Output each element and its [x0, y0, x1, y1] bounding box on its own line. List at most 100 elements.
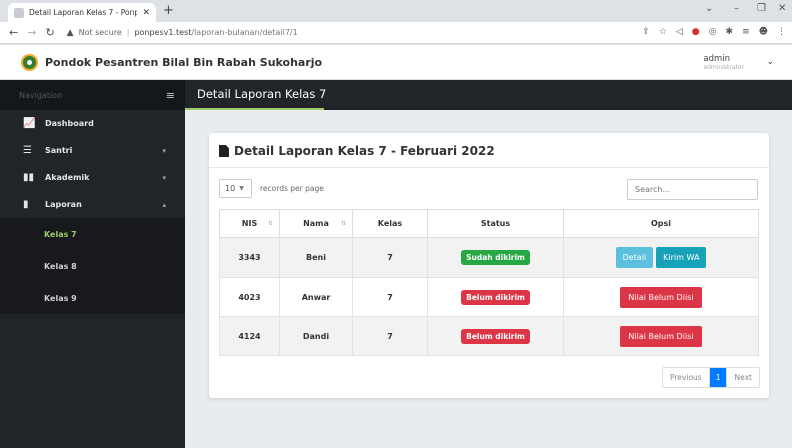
- pagination: Previous 1 Next: [662, 367, 760, 388]
- sidebar-item-dashboard[interactable]: 📈 Dashboard: [0, 110, 185, 137]
- share-icon[interactable]: ⇪: [642, 27, 650, 37]
- close-window-icon[interactable]: ✕: [778, 3, 786, 14]
- sidebar: Navigation ≡ 📈 Dashboard ☰ Santri ▾ ▮▮ A…: [0, 80, 185, 448]
- submenu-item-kelas-8[interactable]: Kelas 8: [0, 250, 185, 282]
- browser-toolbar-icons: ⇪ ☆ ◁ ● ◎ ✱ ≡ ☻ ⋮: [642, 27, 786, 37]
- search-input[interactable]: [627, 179, 758, 200]
- table-row: 4023 Anwar 7 Belum dikirim Nilai Belum D…: [219, 277, 759, 317]
- cell-kelas: 7: [352, 237, 428, 278]
- security-label: Not secure: [78, 28, 122, 37]
- extension-icon[interactable]: ◎: [709, 27, 717, 37]
- sidebar-item-label: Dashboard: [45, 119, 94, 128]
- cell-nis: 3343: [219, 237, 280, 278]
- url-host: ponpesv1.test: [134, 28, 192, 37]
- url-path: /laporan-bulanan/detail7/1: [191, 28, 298, 37]
- report-card: Detail Laporan Kelas 7 - Februari 2022 1…: [209, 133, 769, 398]
- audio-icon[interactable]: ◁: [676, 27, 683, 37]
- sidebar-item-akademik[interactable]: ▮▮ Akademik ▾: [0, 164, 185, 191]
- records-per-page-value: 10: [225, 184, 236, 193]
- cell-nis: 4124: [219, 316, 280, 356]
- report-table: NIS ⇅ Nama ⇅ Kelas Status Opsi 3343 Beni 7…: [219, 209, 759, 356]
- cell-status: Belum dikirim: [427, 316, 564, 356]
- cell-kelas: 7: [352, 277, 428, 317]
- content-header: Detail Laporan Kelas 7: [185, 80, 792, 110]
- card-divider: [209, 167, 769, 168]
- submenu-item-kelas-9[interactable]: Kelas 9: [0, 282, 185, 314]
- close-tab-icon[interactable]: ✕: [142, 8, 150, 18]
- extension-red-icon[interactable]: ●: [692, 27, 700, 37]
- cell-nama: Dandi: [279, 316, 353, 356]
- cell-opsi: Nilai Belum Diisi: [563, 316, 759, 356]
- favicon-icon: [14, 7, 24, 18]
- column-header-kelas[interactable]: Kelas: [352, 209, 428, 238]
- sidebar-item-laporan[interactable]: ▮ Laporan ▴: [0, 191, 185, 218]
- column-header-opsi: Opsi: [563, 209, 759, 238]
- sidebar-item-label: Akademik: [45, 173, 90, 182]
- card-title: Detail Laporan Kelas 7 - Februari 2022: [219, 144, 495, 158]
- sidebar-item-label: Laporan: [45, 200, 82, 209]
- back-icon[interactable]: ←: [9, 26, 18, 39]
- profile-icon[interactable]: ☻: [759, 27, 768, 37]
- url-field[interactable]: ▲ Not secure | ponpesv1.test/laporan-bul…: [67, 28, 298, 38]
- card-title-text: Detail Laporan Kelas 7 - Februari 2022: [234, 144, 495, 158]
- cell-nama: Anwar: [279, 277, 353, 317]
- sort-icon: ⇅: [267, 220, 273, 227]
- cell-status: Belum dikirim: [427, 277, 564, 317]
- previous-page-button[interactable]: Previous: [663, 368, 709, 387]
- brand-title: Pondok Pesantren Bilal Bin Rabah Sukohar…: [45, 55, 323, 69]
- restore-icon[interactable]: ❐: [757, 3, 766, 14]
- browser-tab[interactable]: Detail Laporan Kelas 7 - Ponpes ✕: [8, 3, 156, 22]
- hamburger-icon[interactable]: ≡: [166, 89, 175, 102]
- next-page-button[interactable]: Next: [726, 368, 758, 387]
- minimize-icon[interactable]: –: [734, 3, 739, 14]
- chevron-down-icon: ▾: [162, 173, 166, 182]
- page-1-button[interactable]: 1: [708, 368, 727, 387]
- status-badge: Belum dikirim: [461, 289, 530, 305]
- sidebar-title: Navigation: [19, 90, 63, 100]
- submenu-item-kelas-7[interactable]: Kelas 7: [0, 218, 185, 250]
- sort-icon: ⇅: [340, 220, 346, 227]
- table-header-row: NIS ⇅ Nama ⇅ Kelas Status Opsi: [219, 209, 759, 238]
- browser-tab-title: Detail Laporan Kelas 7 - Ponpes: [29, 8, 138, 17]
- title-underline: [185, 108, 324, 110]
- cell-nama: Beni: [279, 237, 353, 278]
- chevron-down-icon[interactable]: ⌄: [766, 57, 774, 67]
- tab-search-icon[interactable]: ⌄: [705, 3, 713, 14]
- reading-list-icon[interactable]: ≡: [742, 27, 750, 37]
- url-separator: |: [126, 28, 130, 37]
- document-icon: [219, 145, 229, 157]
- address-bar: ← → ↻ ▲ Not secure | ponpesv1.test/lapor…: [0, 22, 792, 44]
- sidebar-item-santri[interactable]: ☰ Santri ▾: [0, 137, 185, 164]
- records-per-page-label: records per page: [260, 184, 324, 193]
- cell-status: Sudah dikirim: [427, 237, 564, 278]
- menu-dots-icon[interactable]: ⋮: [777, 27, 786, 37]
- browser-tab-bar: Detail Laporan Kelas 7 - Ponpes ✕ + ⌄ – …: [0, 0, 792, 22]
- sidebar-header: Navigation ≡: [0, 80, 185, 110]
- file-icon: ▮: [23, 199, 29, 210]
- user-menu[interactable]: admin administrator: [703, 54, 744, 71]
- user-name: admin: [703, 54, 731, 64]
- detail-button[interactable]: Detail: [615, 247, 654, 268]
- cell-opsi: Detail Kirim WA: [563, 237, 759, 278]
- warning-icon: ▲: [66, 27, 74, 38]
- user-role: administrator: [703, 64, 744, 71]
- column-header-nis[interactable]: NIS ⇅: [219, 209, 280, 238]
- nilai-belum-diisi-button[interactable]: Nilai Belum Diisi: [620, 325, 702, 347]
- book-icon: ▮▮: [23, 172, 35, 183]
- app-header: Pondok Pesantren Bilal Bin Rabah Sukohar…: [0, 45, 792, 80]
- table-row: 3343 Beni 7 Sudah dikirim Detail Kirim WA: [219, 237, 759, 278]
- cell-opsi: Nilai Belum Diisi: [563, 277, 759, 317]
- column-header-nama[interactable]: Nama ⇅: [279, 209, 353, 238]
- puzzle-icon[interactable]: ✱: [726, 27, 734, 37]
- nilai-belum-diisi-button[interactable]: Nilai Belum Diisi: [620, 286, 702, 308]
- kirim-wa-button[interactable]: Kirim WA: [656, 247, 707, 268]
- logo-icon: [21, 53, 38, 71]
- new-tab-button[interactable]: +: [163, 3, 174, 18]
- column-header-status[interactable]: Status: [427, 209, 564, 238]
- reload-icon[interactable]: ↻: [45, 26, 54, 39]
- bookmark-star-icon[interactable]: ☆: [659, 27, 667, 37]
- records-per-page-select[interactable]: 10 ▼: [219, 179, 252, 198]
- cell-kelas: 7: [352, 316, 428, 356]
- chevron-up-icon: ▴: [162, 200, 166, 209]
- forward-icon[interactable]: →: [27, 26, 36, 39]
